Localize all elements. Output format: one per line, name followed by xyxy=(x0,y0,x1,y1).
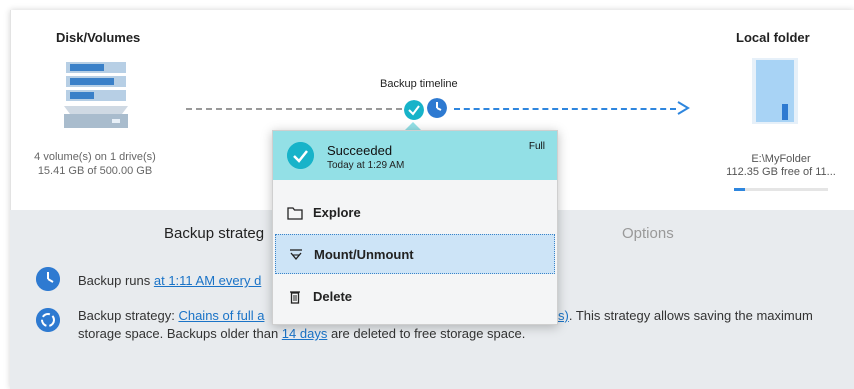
schedule-link[interactable]: at 1:11 AM every d xyxy=(154,273,261,288)
destination-usage-fill xyxy=(734,188,746,191)
schedule-info: Backup runs at 1:11 AM every d xyxy=(78,271,261,291)
backup-context-popup: Succeeded Today at 1:29 AM Full Explore … xyxy=(272,130,558,325)
mount-icon xyxy=(290,249,302,261)
retention-link[interactable]: 14 days xyxy=(282,326,328,341)
destination-title: Local folder xyxy=(736,30,810,45)
strategy-suffix: . This strategy allows saving the maximu… xyxy=(568,308,813,323)
folder-outline-icon xyxy=(287,207,303,220)
menu-item-delete[interactable]: Delete xyxy=(275,277,555,317)
backup-time: Today at 1:29 AM xyxy=(327,160,405,171)
timeline-past xyxy=(186,108,402,110)
success-check-icon xyxy=(287,142,314,169)
disk-stack-icon[interactable] xyxy=(62,58,130,132)
strategy-link[interactable]: Chains of full a xyxy=(178,308,264,323)
backup-type: Full xyxy=(528,141,545,152)
destination-info: E:\MyFolder 112.35 GB free of 11... xyxy=(718,153,844,179)
timeline-future xyxy=(454,108,676,110)
tab-backup-strategy[interactable]: Backup strateg xyxy=(164,225,264,242)
retention-prefix: storage space. Backups older than xyxy=(78,326,282,341)
trash-icon xyxy=(290,291,300,304)
arrow-right-icon xyxy=(677,101,690,115)
destination-free-space: 112.35 GB free of 11... xyxy=(726,166,836,178)
folder-icon[interactable] xyxy=(752,58,798,124)
strategy-prefix: Backup strategy: xyxy=(78,308,179,323)
destination-usage-bar xyxy=(734,188,828,191)
strategy-info-line2: storage space. Backups older than 14 day… xyxy=(78,324,525,344)
strategy-info-line1: Backup strategy: Chains of full a xyxy=(78,306,264,326)
menu-label-delete: Delete xyxy=(313,289,353,304)
popup-header: Succeeded Today at 1:29 AM Full xyxy=(273,131,557,180)
backup-status: Succeeded xyxy=(327,143,393,158)
strategy-cycle-icon xyxy=(36,308,60,332)
tab-options[interactable]: Options xyxy=(622,225,674,242)
strategy-info-tail: s). This strategy allows saving the maxi… xyxy=(558,306,813,326)
strategy-link-tail[interactable]: s) xyxy=(558,308,569,323)
menu-label-mount-unmount: Mount/Unmount xyxy=(314,247,414,262)
destination-path: E:\MyFolder xyxy=(751,153,811,165)
schedule-prefix: Backup runs xyxy=(78,273,154,288)
menu-label-explore: Explore xyxy=(313,205,361,220)
menu-item-explore[interactable]: Explore xyxy=(275,193,555,233)
menu-item-mount-unmount[interactable]: Mount/Unmount xyxy=(275,234,555,274)
source-summary: 4 volume(s) on 1 drive(s) 15.41 GB of 50… xyxy=(34,151,156,177)
timeline-label: Backup timeline xyxy=(380,78,458,90)
source-title: Disk/Volumes xyxy=(56,30,141,45)
check-icon[interactable] xyxy=(404,100,424,120)
clock-icon[interactable] xyxy=(427,98,447,118)
retention-suffix: are deleted to free storage space. xyxy=(327,326,526,341)
schedule-clock-icon xyxy=(36,267,60,291)
